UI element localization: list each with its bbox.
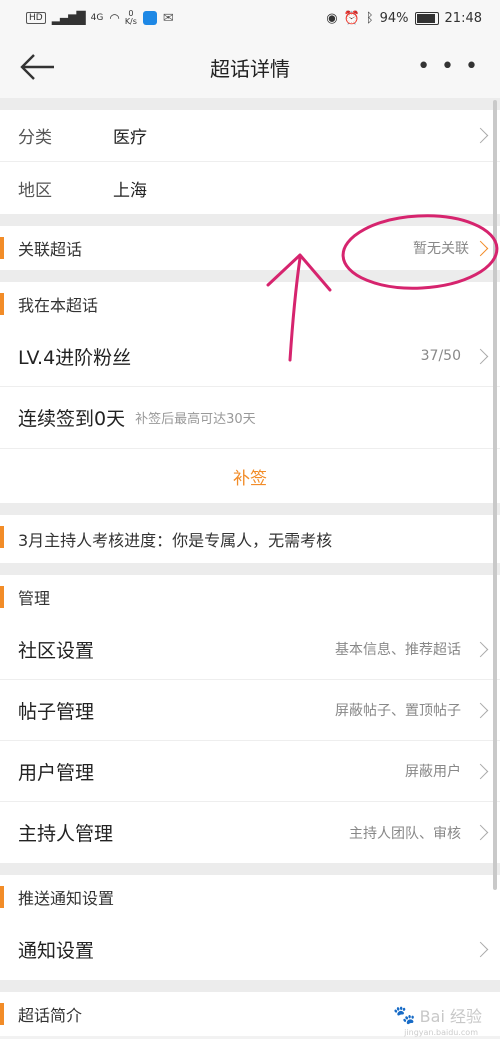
divider — [0, 863, 500, 875]
scrollbar[interactable] — [493, 100, 497, 890]
assessment-text: 3月主持人考核进度：你是专属人，无需考核 — [18, 531, 333, 550]
me-section-head: 我在本超话 — [0, 282, 500, 326]
wechat-icon: ✉ — [162, 10, 174, 26]
level-row[interactable]: LV.4进阶粉丝 37/50 — [0, 326, 500, 387]
assessment-row: 3月主持人考核进度：你是专属人，无需考核 — [0, 515, 500, 563]
chevron-right-icon — [472, 941, 489, 958]
battery-icon — [414, 11, 439, 25]
category-row[interactable]: 分类 医疗 — [0, 110, 500, 162]
region-row: 地区 上海 — [0, 162, 500, 214]
chevron-right-icon — [472, 641, 489, 657]
region-value: 上海 — [113, 180, 147, 201]
category-value: 医疗 — [113, 128, 147, 148]
divider — [0, 503, 500, 515]
status-bar: HD ▂▄▆█ 4G ◠ 0 K/s ✉ ◉ ⏰ ᛒ 94% 21:48 — [0, 0, 500, 36]
manage-item-hint: 屏蔽用户 — [405, 764, 461, 780]
chevron-right-icon — [472, 348, 489, 364]
push-head-label: 推送通知设置 — [18, 889, 115, 908]
buqian-button[interactable]: 补签 — [0, 448, 500, 503]
chevron-right-icon — [472, 127, 489, 144]
chevron-right-icon — [472, 824, 489, 841]
manage-item-moderators[interactable]: 主持人管理 主持人团队、审核 — [0, 802, 500, 863]
network-label: 4G — [90, 13, 104, 23]
hd-badge: HD — [26, 12, 46, 24]
chevron-right-icon — [472, 240, 489, 256]
alarm-icon: ⏰ — [343, 10, 360, 26]
manage-item-posts[interactable]: 帖子管理 屏蔽帖子、置顶帖子 — [0, 680, 500, 741]
notification-settings-label: 通知设置 — [18, 940, 95, 962]
checkin-row: 连续签到0天 补签后最高可达30天 — [0, 387, 500, 448]
chevron-right-icon — [472, 702, 489, 718]
category-key: 分类 — [18, 128, 52, 148]
level-progress: 37/50 — [420, 348, 461, 364]
notification-settings-row[interactable]: 通知设置 — [0, 919, 500, 980]
eye-icon: ◉ — [326, 10, 338, 26]
manage-item-hint: 屏蔽帖子、置顶帖子 — [335, 703, 461, 719]
watermark-url: jingyan.baidu.com — [404, 1028, 478, 1037]
manage-item-label: 用户管理 — [18, 761, 95, 784]
watermark-brand: Bai 经验 — [419, 1007, 482, 1026]
me-section: LV.4进阶粉丝 37/50 连续签到0天 补签后最高可达30天 补签 — [0, 326, 500, 503]
title-bar: 超话详情 • • • — [0, 36, 500, 98]
baidu-watermark: 🐾 Bai 经验 — [393, 1003, 482, 1027]
back-arrow-icon[interactable] — [18, 50, 58, 84]
divider — [0, 214, 500, 226]
intro-head-label: 超话简介 — [18, 1006, 83, 1025]
manage-section: 社区设置 基本信息、推荐超话 帖子管理 屏蔽帖子、置顶帖子 用户管理 屏蔽用户 … — [0, 619, 500, 863]
bluetooth-icon: ᛒ — [365, 10, 374, 26]
divider — [0, 98, 500, 110]
manage-head-label: 管理 — [18, 589, 51, 608]
speed-unit: K/s — [124, 17, 137, 26]
more-options-icon[interactable]: • • • — [417, 54, 480, 79]
region-key: 地区 — [18, 180, 52, 201]
push-section: 通知设置 — [0, 919, 500, 980]
related-value: 暂无关联 — [413, 241, 469, 257]
battery-percent: 94% — [379, 10, 409, 26]
level-label: LV.4进阶粉丝 — [18, 346, 132, 369]
divider — [0, 270, 500, 282]
paw-icon: 🐾 — [393, 1004, 416, 1026]
manage-section-head: 管理 — [0, 575, 500, 619]
network-speed: 0 K/s — [125, 10, 137, 26]
manage-item-hint: 基本信息、推荐超话 — [335, 642, 461, 658]
manage-item-users[interactable]: 用户管理 屏蔽用户 — [0, 741, 500, 802]
me-head-label: 我在本超话 — [18, 296, 99, 315]
signal-icon: ▂▄▆█ — [51, 11, 86, 25]
divider — [0, 563, 500, 575]
manage-item-label: 主持人管理 — [18, 823, 114, 845]
push-section-head: 推送通知设置 — [0, 875, 500, 919]
clock: 21:48 — [444, 10, 482, 26]
info-section: 分类 医疗 地区 上海 — [0, 110, 500, 214]
wifi-icon: ◠ — [109, 11, 120, 25]
checkin-hint: 补签后最高可达30天 — [135, 412, 256, 427]
divider — [0, 980, 500, 992]
manage-item-hint: 主持人团队、审核 — [349, 825, 461, 842]
manage-item-label: 社区设置 — [18, 639, 95, 662]
manage-item-label: 帖子管理 — [18, 700, 95, 723]
app-notification-icon — [142, 11, 157, 25]
related-row[interactable]: 关联超话 暂无关联 — [0, 226, 500, 270]
manage-item-community[interactable]: 社区设置 基本信息、推荐超话 — [0, 619, 500, 680]
related-label: 关联超话 — [18, 240, 83, 259]
chevron-right-icon — [472, 763, 489, 779]
checkin-label: 连续签到0天 — [18, 408, 126, 430]
